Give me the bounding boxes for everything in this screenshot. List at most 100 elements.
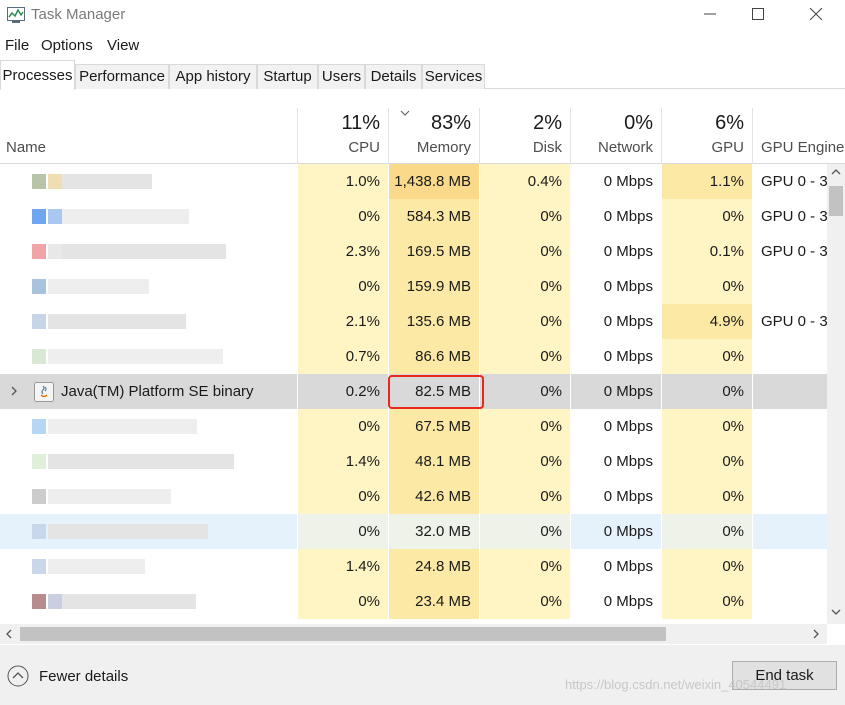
cell-disk: 0% xyxy=(479,409,570,444)
fewer-details-link[interactable]: Fewer details xyxy=(39,668,128,685)
close-button[interactable] xyxy=(793,0,839,30)
column-gpu-engine[interactable]: GPU Engine xyxy=(752,108,845,164)
redacted-icon xyxy=(48,209,62,224)
redacted-icon xyxy=(32,279,46,294)
cell-gpu: 0% xyxy=(661,514,752,549)
cell-gpu: 0% xyxy=(661,584,752,619)
process-row[interactable]: 2.1%135.6 MB0%0 Mbps4.9%GPU 0 - 3D xyxy=(0,304,827,339)
process-row[interactable]: 2.3%169.5 MB0%0 Mbps0.1%GPU 0 - 3D xyxy=(0,234,827,269)
cell-memory: 24.8 MB xyxy=(388,549,479,584)
cell-gpu-engine xyxy=(752,374,827,409)
process-row[interactable]: 0% 159.9 MB 0% 0 Mbps 0% xyxy=(0,269,827,304)
tab-processes[interactable]: Processes xyxy=(0,60,75,90)
cell-cpu: 1.0% xyxy=(297,164,388,199)
cell-network: 0 Mbps xyxy=(570,304,661,339)
cell-cpu: 0% xyxy=(297,514,388,549)
tab-services[interactable]: Services xyxy=(422,64,485,89)
minimize-button[interactable] xyxy=(687,0,733,30)
cell-gpu: 4.9% xyxy=(661,304,752,339)
disk-label: Disk xyxy=(532,139,562,156)
cell-network: 0 Mbps xyxy=(570,234,661,269)
process-row[interactable]: 0% 23.4 MB 0% 0 Mbps 0% xyxy=(0,584,827,619)
scroll-left-icon[interactable] xyxy=(5,629,13,639)
cell-cpu: 0% xyxy=(297,199,388,234)
cell-gpu-engine xyxy=(752,549,827,584)
cell-cpu: 0.7% xyxy=(297,339,388,374)
tab-details[interactable]: Details xyxy=(365,64,422,89)
process-row[interactable]: 0% 42.6 MB 0% 0 Mbps 0% xyxy=(0,479,827,514)
cell-gpu-engine xyxy=(752,444,827,479)
redacted-icon xyxy=(32,209,46,224)
process-name-cell xyxy=(0,199,297,234)
process-row[interactable]: 1.0%1,438.8 MB0.4%0 Mbps1.1%GPU 0 - 3D xyxy=(0,164,827,199)
redacted-icon xyxy=(32,489,46,504)
column-disk[interactable]: 2% Disk xyxy=(479,108,570,164)
redacted-process-name xyxy=(48,349,223,364)
vertical-scrollbar[interactable] xyxy=(827,164,845,624)
cell-gpu: 0% xyxy=(661,409,752,444)
redacted-process-name xyxy=(62,174,152,189)
cell-cpu: 1.4% xyxy=(297,549,388,584)
redacted-process-name xyxy=(48,279,149,294)
cell-cpu: 0% xyxy=(297,584,388,619)
column-name[interactable]: Name xyxy=(0,108,297,164)
scroll-right-icon[interactable] xyxy=(812,629,820,639)
process-name-cell: Java(TM) Platform SE binary xyxy=(0,374,297,409)
redacted-process-name xyxy=(48,419,197,434)
process-row[interactable]: 1.4% 48.1 MB 0% 0 Mbps 0% xyxy=(0,444,827,479)
cell-memory: 23.4 MB xyxy=(388,584,479,619)
process-name: Java(TM) Platform SE binary xyxy=(61,383,254,400)
gpu-label: GPU xyxy=(711,139,744,156)
cell-memory: 67.5 MB xyxy=(388,409,479,444)
memory-total: 83% xyxy=(430,112,471,134)
cell-gpu-engine: GPU 0 - 3D xyxy=(752,199,827,234)
horizontal-scroll-thumb[interactable] xyxy=(20,627,666,641)
cell-gpu: 0% xyxy=(661,269,752,304)
process-row[interactable]: 0.7% 86.6 MB 0% 0 Mbps 0% xyxy=(0,339,827,374)
sort-descending-icon xyxy=(400,110,410,116)
memory-highlight-box xyxy=(388,375,484,409)
cell-network: 0 Mbps xyxy=(570,374,661,409)
column-cpu[interactable]: 11% CPU xyxy=(297,108,388,164)
cell-memory: 159.9 MB xyxy=(388,269,479,304)
redacted-process-name xyxy=(48,524,208,539)
column-network[interactable]: 0% Network xyxy=(570,108,661,164)
process-name-cell xyxy=(0,339,297,374)
cell-gpu: 0% xyxy=(661,479,752,514)
redacted-icon xyxy=(32,454,46,469)
horizontal-scrollbar[interactable] xyxy=(0,624,827,644)
redacted-icon xyxy=(48,174,62,189)
scroll-down-icon[interactable] xyxy=(831,608,841,616)
cell-cpu: 0% xyxy=(297,269,388,304)
tab-startup[interactable]: Startup xyxy=(257,64,318,89)
fewer-details-icon[interactable] xyxy=(7,665,29,687)
cell-network: 0 Mbps xyxy=(570,339,661,374)
tab-strip: Processes Performance App history Startu… xyxy=(0,60,845,90)
maximize-button[interactable] xyxy=(735,0,781,30)
cell-cpu: 1.4% xyxy=(297,444,388,479)
tab-performance[interactable]: Performance xyxy=(75,64,169,89)
process-row[interactable]: 0% 32.0 MB 0% 0 Mbps 0% xyxy=(0,514,827,549)
process-row[interactable]: 0%584.3 MB0%0 Mbps0%GPU 0 - 3D xyxy=(0,199,827,234)
minimize-icon xyxy=(704,13,716,15)
redacted-icon xyxy=(32,314,46,329)
menu-view[interactable]: View xyxy=(107,37,139,54)
tab-app-history[interactable]: App history xyxy=(169,64,257,89)
watermark-text: https://blog.csdn.net/weixin_40544491 xyxy=(565,677,787,692)
cell-disk: 0.4% xyxy=(479,164,570,199)
menu-options[interactable]: Options xyxy=(41,37,93,54)
menu-file[interactable]: File xyxy=(5,37,29,54)
redacted-process-name xyxy=(62,594,196,609)
process-row[interactable]: 0% 67.5 MB 0% 0 Mbps 0% xyxy=(0,409,827,444)
process-row[interactable]: 1.4% 24.8 MB 0% 0 Mbps 0% xyxy=(0,549,827,584)
tab-users[interactable]: Users xyxy=(318,64,365,89)
gpu-total: 6% xyxy=(715,112,744,134)
column-gpu[interactable]: 6% GPU xyxy=(661,108,752,164)
expand-chevron-icon[interactable] xyxy=(10,386,18,396)
vertical-scroll-thumb[interactable] xyxy=(829,186,843,216)
scroll-up-icon[interactable] xyxy=(831,168,841,176)
maximize-icon xyxy=(752,8,764,20)
cell-network: 0 Mbps xyxy=(570,584,661,619)
cell-memory: 32.0 MB xyxy=(388,514,479,549)
redacted-icon xyxy=(32,349,46,364)
